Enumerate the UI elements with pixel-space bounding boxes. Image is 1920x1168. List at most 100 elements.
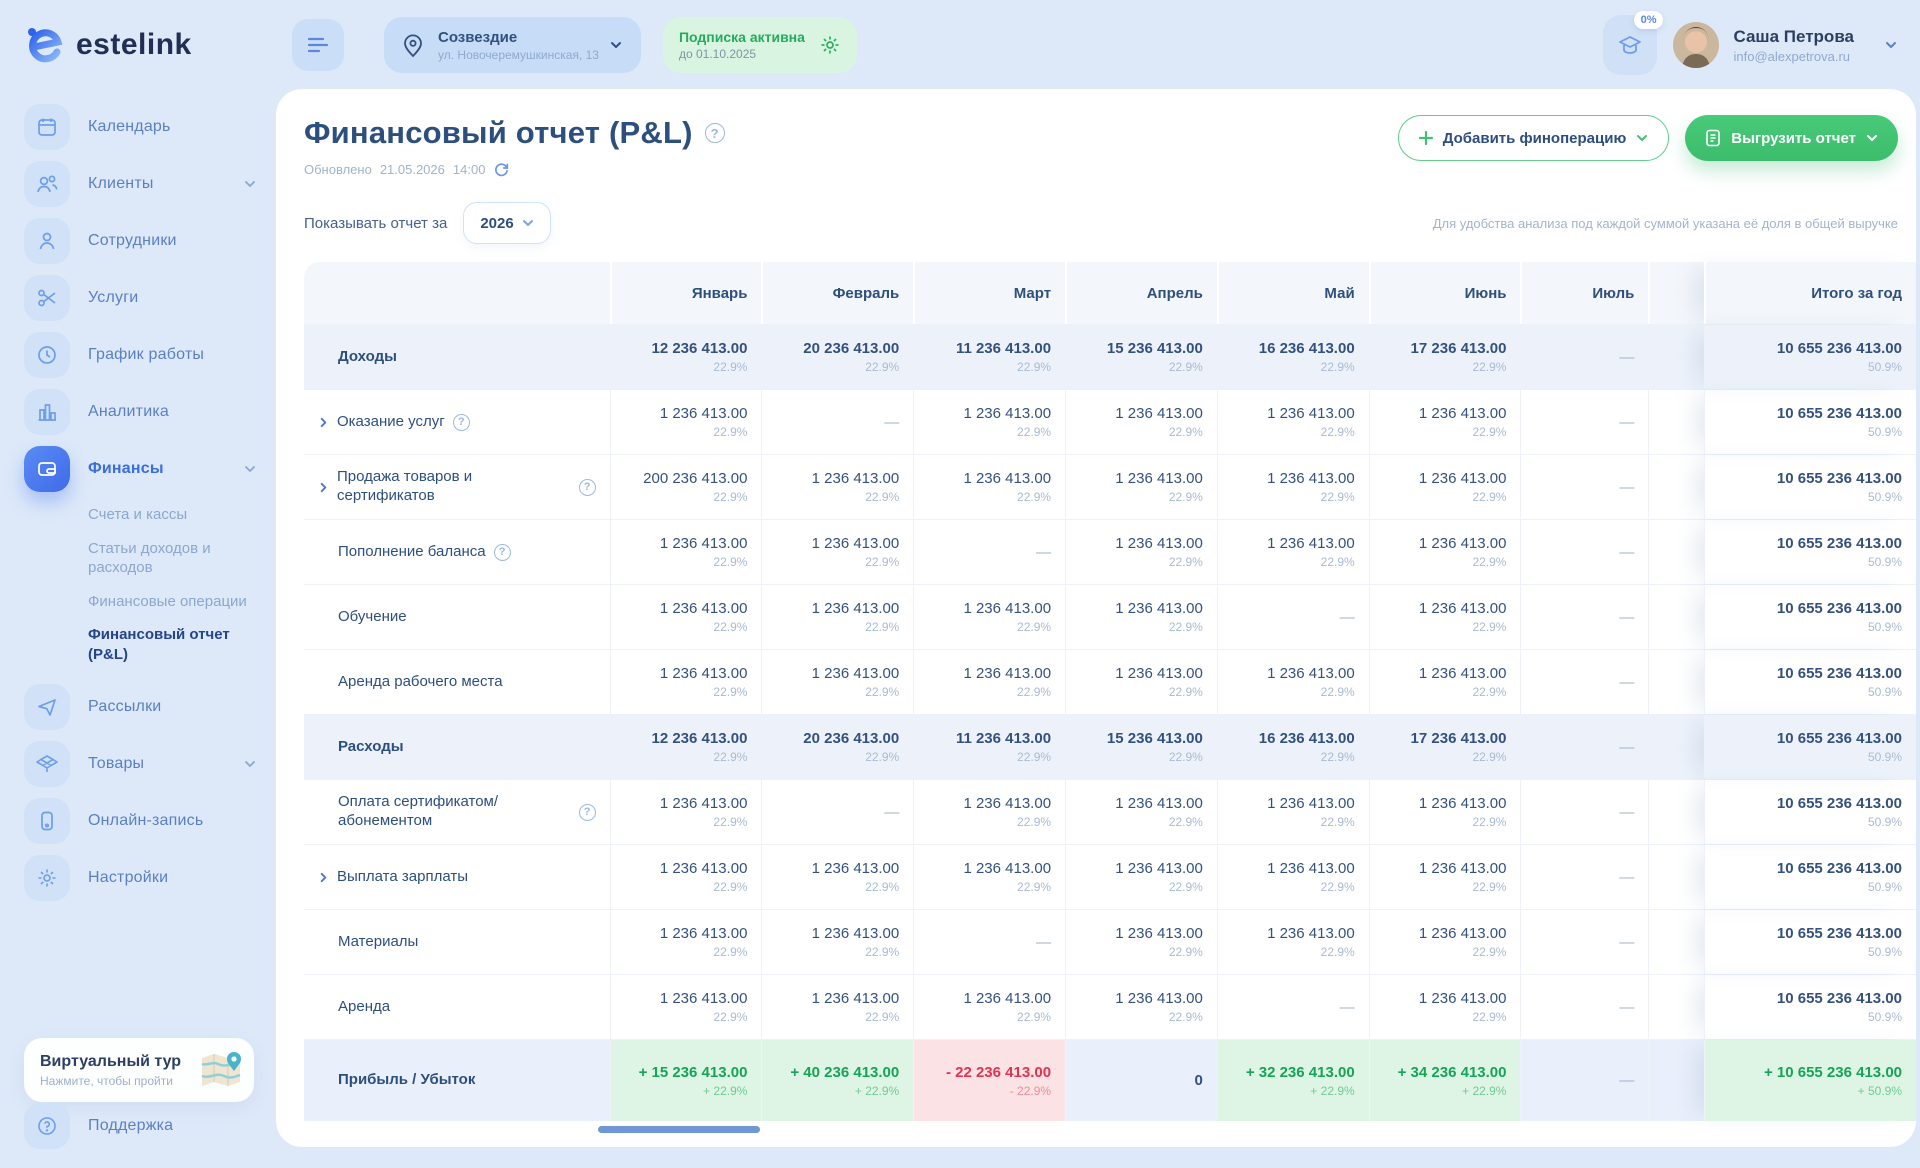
table-cell: 1 236 413.0022.9%	[1217, 910, 1369, 974]
expand-chevron-icon[interactable]	[318, 872, 329, 883]
location-pin-icon	[398, 30, 428, 60]
row-help-icon[interactable]: ?	[494, 544, 511, 561]
sidebar-item-clients[interactable]: Клиенты	[24, 161, 256, 207]
sidebar-item-analytics[interactable]: Аналитика	[24, 389, 256, 435]
table-cell: 17 236 413.0022.9%	[1369, 325, 1521, 389]
table-row: Аренда1 236 413.0022.9%1 236 413.0022.9%…	[304, 974, 1916, 1039]
table-cell-empty: —	[1217, 975, 1369, 1039]
sidebar-item-employees[interactable]: Сотрудники	[24, 218, 256, 264]
updated-date: 21.05.2026	[380, 162, 445, 177]
row-label: Обучение	[338, 608, 407, 627]
table-cell: 12 236 413.0022.9%	[610, 325, 762, 389]
subscription-settings-icon[interactable]	[819, 34, 841, 56]
table-cell: 1 236 413.0022.9%	[1369, 455, 1521, 519]
table-cell-empty: —	[1520, 1040, 1648, 1121]
table-cell: 10 655 236 413.0050.9%	[1704, 975, 1916, 1039]
row-help-icon[interactable]: ?	[453, 414, 470, 431]
row-label-cell: Прибыль / Убыток	[304, 1040, 610, 1121]
add-finoperation-button[interactable]: Добавить финоперацию	[1398, 115, 1670, 161]
user-chevron-down-icon	[1884, 38, 1898, 52]
table-cell: 10 655 236 413.0050.9%	[1704, 845, 1916, 909]
row-label: Материалы	[338, 933, 418, 952]
table-cell: 11 236 413.0022.9%	[913, 715, 1065, 779]
export-report-button[interactable]: Выгрузить отчет	[1685, 115, 1898, 161]
sidebar-item-settings[interactable]: Настройки	[24, 855, 256, 901]
sidebar-item-mailings[interactable]: Рассылки	[24, 684, 256, 730]
sidebar-item-finance[interactable]: Финансы	[24, 446, 256, 492]
year-select[interactable]: 2026	[463, 202, 550, 244]
table-cell: 1 236 413.0022.9%	[1217, 650, 1369, 714]
row-label: Прибыль / Убыток	[338, 1071, 475, 1090]
table-cell: 1 236 413.0022.9%	[913, 780, 1065, 844]
virtual-tour-card[interactable]: Виртуальный тур Нажмите, чтобы пройти	[24, 1038, 254, 1102]
table-cell: 1 236 413.0022.9%	[1217, 845, 1369, 909]
row-help-icon[interactable]: ?	[579, 804, 596, 821]
row-help-icon[interactable]: ?	[579, 479, 596, 496]
table-cell-spacer	[1648, 910, 1704, 974]
table-cell: 1 236 413.0022.9%	[761, 585, 913, 649]
table-cell: + 40 236 413.00+ 22.9%	[761, 1040, 913, 1121]
sidebar-item-support[interactable]: Поддержка	[24, 1103, 256, 1149]
table-cell: 20 236 413.0022.9%	[761, 325, 913, 389]
table-cell-empty: —	[1217, 585, 1369, 649]
table-row: Прибыль / Убыток+ 15 236 413.00+ 22.9%+ …	[304, 1039, 1916, 1121]
table-cell-spacer	[1648, 455, 1704, 519]
row-label: Выплата зарплаты	[337, 868, 468, 887]
wallet-icon	[24, 446, 70, 492]
table-cell: 200 236 413.0022.9%	[610, 455, 762, 519]
gear-icon	[24, 855, 70, 901]
sidebar-item-online-booking[interactable]: Онлайн-запись	[24, 798, 256, 844]
page-title: Финансовый отчет (P&L)	[304, 115, 693, 151]
learning-progress-button[interactable]: 0%	[1603, 15, 1657, 75]
question-circle-icon	[24, 1103, 70, 1149]
table-cell: 10 655 236 413.0050.9%	[1704, 910, 1916, 974]
row-label-cell: Продажа товаров и сертификатов?	[304, 455, 610, 519]
submenu-financial-report-pl[interactable]: Финансовый отчет (P&L)	[88, 625, 263, 664]
table-cell: 1 236 413.0022.9%	[610, 975, 762, 1039]
subscription-until: до 01.10.2025	[679, 47, 805, 61]
submenu-income-expense-articles[interactable]: Статьи доходов и расходов	[88, 539, 263, 578]
table-cell-empty: —	[1520, 520, 1648, 584]
subscription-badge: Подписка активна до 01.10.2025	[663, 17, 857, 73]
table-cell-empty: —	[1520, 390, 1648, 454]
table-cell-empty: —	[1520, 975, 1648, 1039]
table-cell-empty: —	[1520, 715, 1648, 779]
table-cell: 10 655 236 413.0050.9%	[1704, 455, 1916, 519]
table-cell: 10 655 236 413.0050.9%	[1704, 715, 1916, 779]
sidebar-item-calendar[interactable]: Календарь	[24, 104, 256, 150]
row-label-cell: Выплата зарплаты	[304, 845, 610, 909]
table-cell: 10 655 236 413.0050.9%	[1704, 585, 1916, 649]
sidebar-item-services[interactable]: Услуги	[24, 275, 256, 321]
sidebar-item-schedule[interactable]: График работы	[24, 332, 256, 378]
table-cell-empty: —	[1520, 845, 1648, 909]
location-selector[interactable]: Созвездие ул. Новочеремушкинская, 13	[384, 17, 641, 73]
document-icon	[1705, 129, 1721, 147]
header-col: Январь	[610, 262, 762, 324]
user-menu[interactable]: Саша Петрова info@alexpetrova.ru	[1673, 22, 1898, 68]
menu-toggle-button[interactable]	[292, 19, 344, 71]
expand-chevron-icon[interactable]	[318, 417, 329, 428]
table-cell-spacer	[1648, 325, 1704, 389]
user-name: Саша Петрова	[1733, 27, 1854, 47]
row-label-cell: Расходы	[304, 715, 610, 779]
refresh-icon[interactable]	[493, 161, 510, 178]
employee-icon	[24, 218, 70, 264]
table-cell: 1 236 413.0022.9%	[1065, 585, 1217, 649]
row-label-cell: Материалы	[304, 910, 610, 974]
table-cell: 1 236 413.0022.9%	[610, 520, 762, 584]
expand-chevron-icon[interactable]	[318, 482, 329, 493]
user-email: info@alexpetrova.ru	[1733, 49, 1854, 64]
progress-badge: 0%	[1634, 11, 1664, 29]
title-help-icon[interactable]: ?	[705, 123, 725, 143]
table-cell: 15 236 413.0022.9%	[1065, 715, 1217, 779]
horizontal-scrollbar-thumb[interactable]	[598, 1126, 760, 1133]
clock-icon	[24, 332, 70, 378]
table-cell: 1 236 413.0022.9%	[1065, 520, 1217, 584]
sidebar-item-products[interactable]: Товары	[24, 741, 256, 787]
submenu-financial-operations[interactable]: Финансовые операции	[88, 592, 263, 612]
table-cell: 1 236 413.0022.9%	[1217, 390, 1369, 454]
table-cell: 1 236 413.0022.9%	[610, 650, 762, 714]
table-cell-empty: —	[761, 390, 913, 454]
submenu-accounts[interactable]: Счета и кассы	[88, 505, 263, 525]
table-cell-spacer	[1648, 585, 1704, 649]
